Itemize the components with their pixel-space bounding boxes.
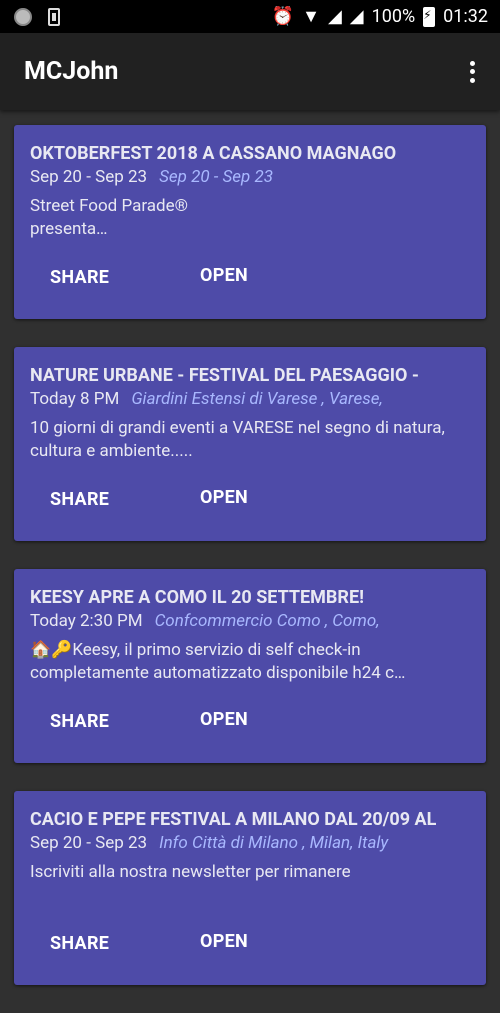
event-place: Confcommercio Como , Como, (154, 611, 380, 631)
event-meta: Today 8 PM Giardini Estensi di Varese , … (30, 389, 470, 409)
app-title: MCJohn (24, 57, 119, 86)
event-meta: Sep 20 - Sep 23 Sep 20 - Sep 23 (30, 167, 470, 187)
battery-charging-icon (423, 6, 436, 27)
event-meta: Today 2:30 PM Confcommercio Como , Como, (30, 611, 470, 631)
event-title: OKTOBERFEST 2018 A CASSANO MAGNAGO (30, 143, 397, 164)
sim-icon (48, 7, 60, 26)
event-description: 🏠🔑Keesy, il primo servizio di self check… (30, 640, 406, 683)
event-place: Giardini Estensi di Varese , Varese, (131, 389, 383, 409)
event-card[interactable]: KEESY APRE A COMO IL 20 SETTEMBRE! Today… (14, 569, 486, 763)
event-title: CACIO E PEPE FESTIVAL A MILANO DAL 20/09… (30, 809, 437, 830)
event-meta: Sep 20 - Sep 23 Info Città di Milano , M… (30, 833, 470, 853)
event-description: Iscriviti alla nostra newsletter per rim… (30, 862, 351, 882)
event-title: KEESY APRE A COMO IL 20 SETTEMBRE! (30, 587, 364, 608)
event-actions: SHARE OPEN (50, 709, 350, 732)
event-card[interactable]: NATURE URBANE - FESTIVAL DEL PAESAGGIO -… (14, 347, 486, 541)
event-actions: SHARE OPEN (50, 265, 350, 288)
circle-icon (14, 7, 32, 26)
event-place: Sep 20 - Sep 23 (159, 167, 274, 187)
event-date: Today 2:30 PM (30, 611, 143, 631)
share-button[interactable]: SHARE (50, 933, 200, 954)
event-list[interactable]: OKTOBERFEST 2018 A CASSANO MAGNAGO Sep 2… (14, 125, 486, 1013)
event-title: NATURE URBANE - FESTIVAL DEL PAESAGGIO - (30, 365, 419, 386)
wifi-icon: ▼ (302, 5, 320, 27)
status-bar-right: ⏰ ▼ ◢ ◢ 100% 01:32 (272, 6, 488, 27)
event-date: Sep 20 - Sep 23 (30, 833, 148, 853)
open-button[interactable]: OPEN (200, 487, 350, 508)
open-button[interactable]: OPEN (200, 709, 350, 730)
signal-icon: ◢ (327, 5, 342, 27)
event-actions: SHARE OPEN (50, 931, 350, 954)
share-button[interactable]: SHARE (50, 711, 200, 732)
app-bar: MCJohn (0, 33, 500, 110)
open-button[interactable]: OPEN (200, 931, 350, 952)
signal-icon: ◢ (349, 5, 364, 27)
more-vert-icon[interactable] (462, 59, 482, 85)
share-button[interactable]: SHARE (50, 489, 200, 510)
event-actions: SHARE OPEN (50, 487, 350, 510)
event-description: Street Food Parade® presenta… (30, 196, 189, 239)
status-bar: ⏰ ▼ ◢ ◢ 100% 01:32 (0, 0, 500, 33)
event-date: Sep 20 - Sep 23 (30, 167, 148, 187)
alarm-icon: ⏰ (271, 5, 295, 27)
open-button[interactable]: OPEN (200, 265, 350, 286)
battery-percent: 100% (371, 6, 416, 27)
share-button[interactable]: SHARE (50, 267, 200, 288)
status-bar-left (14, 7, 60, 26)
event-date: Today 8 PM (30, 389, 120, 409)
clock: 01:32 (443, 6, 488, 27)
event-card[interactable]: CACIO E PEPE FESTIVAL A MILANO DAL 20/09… (14, 791, 486, 985)
event-place: Info Città di Milano , Milan, Italy (159, 833, 389, 853)
event-card[interactable]: OKTOBERFEST 2018 A CASSANO MAGNAGO Sep 2… (14, 125, 486, 319)
event-description: 10 giorni di grandi eventi a VARESE nel … (30, 418, 445, 461)
